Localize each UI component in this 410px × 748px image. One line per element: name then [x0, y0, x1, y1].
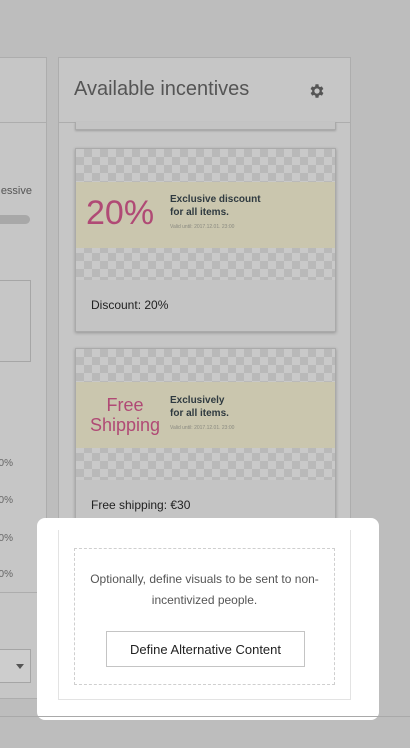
percent-value: 0%: [0, 458, 13, 469]
percent-value: 0%: [0, 495, 13, 506]
card-caption: Discount: 20%: [91, 298, 169, 312]
incentive-card-free-shipping[interactable]: Free Shipping Exclusively for all items.…: [75, 348, 336, 532]
banner-big-text-line: Shipping: [89, 415, 161, 435]
left-panel-box: [0, 280, 31, 362]
incentive-card-partial[interactable]: [75, 122, 336, 130]
left-panel-divider: [0, 122, 46, 123]
alternative-content-box: Optionally, define visuals to be sent to…: [74, 548, 335, 685]
incentive-visual: 20% Exclusive discount for all items. Va…: [76, 149, 335, 280]
left-panel-dropdown[interactable]: [0, 649, 31, 683]
banner-big-text: Free Shipping: [84, 395, 166, 435]
left-panel-label: essive: [0, 185, 32, 197]
percent-value: 0%: [0, 533, 13, 544]
incentive-banner: Free Shipping Exclusively for all items.…: [76, 382, 335, 448]
gear-icon[interactable]: [308, 82, 326, 100]
banner-headline: Exclusive discount: [170, 194, 261, 205]
percent-value: 0%: [0, 569, 13, 580]
alternative-description: Optionally, define visuals to be sent to…: [90, 572, 319, 607]
panel-title: Available incentives: [74, 78, 250, 100]
panel-header: Available incentives: [59, 58, 350, 123]
banner-big-text-line: Free: [106, 395, 144, 415]
incentive-visual: Free Shipping Exclusively for all items.…: [76, 349, 335, 480]
banner-headline: for all items.: [170, 207, 229, 218]
define-alternative-content-button[interactable]: Define Alternative Content: [106, 631, 305, 667]
card-caption: Free shipping: €30: [91, 498, 191, 512]
banner-valid-until: Valid until: 2017.12.01. 23:00: [170, 224, 235, 230]
banner-headline: Exclusively: [170, 395, 225, 406]
left-panel-slider[interactable]: [0, 215, 30, 224]
chevron-down-icon: [16, 663, 24, 669]
divider: [0, 716, 410, 717]
incentive-card-discount[interactable]: 20% Exclusive discount for all items. Va…: [75, 148, 336, 332]
banner-valid-until: Valid until: 2017.12.01. 23:00: [170, 425, 235, 431]
incentive-banner: 20% Exclusive discount for all items. Va…: [76, 182, 335, 248]
banner-big-text: 20%: [86, 194, 155, 232]
banner-headline: for all items.: [170, 408, 229, 419]
